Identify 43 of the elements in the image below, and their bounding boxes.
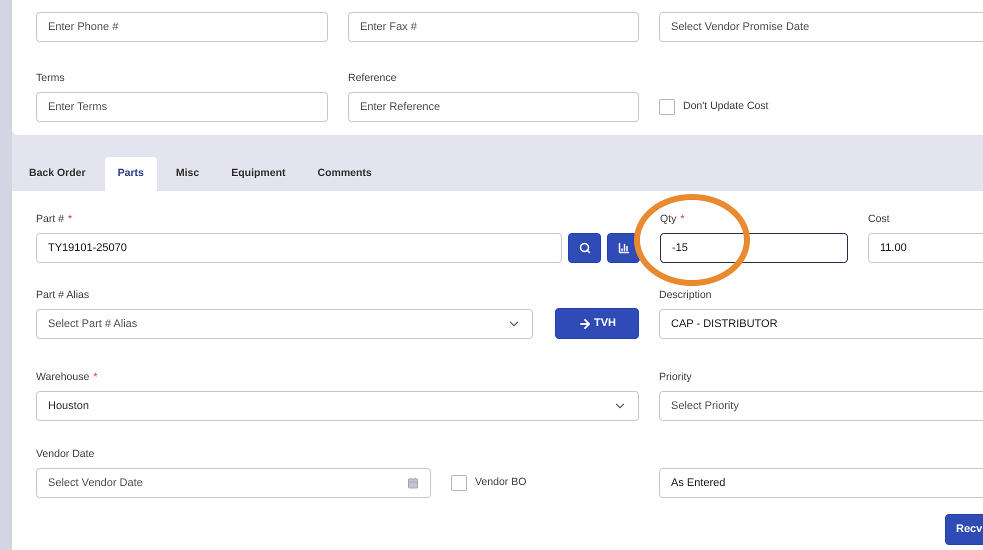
search-icon bbox=[578, 242, 590, 254]
field-label: Qty bbox=[660, 212, 676, 228]
recv-button[interactable]: Recv bbox=[945, 514, 983, 545]
field-label: Warehouse bbox=[36, 370, 90, 386]
vendor-date-field[interactable]: Select Vendor Date bbox=[36, 468, 431, 498]
tab[interactable]: Comments bbox=[304, 157, 385, 191]
qty-field[interactable]: -15 bbox=[660, 233, 848, 263]
required-mark: * bbox=[93, 370, 98, 386]
input-field[interactable]: Enter Fax # bbox=[348, 12, 639, 42]
checkbox[interactable] bbox=[451, 475, 467, 491]
checkbox-label: Don't Update Cost bbox=[683, 99, 768, 114]
search-button[interactable] bbox=[568, 233, 601, 263]
part-number-field[interactable]: TY19101-25070 bbox=[36, 233, 562, 263]
field-label: Description bbox=[659, 288, 712, 304]
input-field[interactable]: Enter Phone # bbox=[36, 12, 328, 42]
priority-field[interactable]: Select Priority bbox=[659, 391, 983, 421]
field-label: Vendor Date bbox=[36, 447, 94, 462]
arrow-right-icon bbox=[578, 316, 592, 330]
field-label: Terms bbox=[36, 71, 65, 86]
field-label: Part # bbox=[36, 212, 64, 228]
field-label: Reference bbox=[348, 71, 396, 86]
pricing-field[interactable]: As Entered bbox=[659, 468, 983, 498]
calendar-icon bbox=[407, 477, 419, 489]
tvh-button[interactable]: TVH bbox=[555, 308, 639, 339]
cost-field[interactable]: 11.00 bbox=[868, 233, 983, 263]
bar-chart-icon bbox=[618, 242, 630, 254]
required-mark: * bbox=[680, 212, 684, 228]
warehouse-dropdown[interactable]: Houston bbox=[36, 391, 639, 421]
field-label: Cost bbox=[868, 212, 890, 228]
tab[interactable]: Parts bbox=[104, 157, 157, 191]
checkbox-label: Vendor BO bbox=[475, 475, 526, 490]
input-field[interactable]: Enter Terms bbox=[36, 92, 328, 122]
tab[interactable]: Equipment bbox=[218, 157, 298, 191]
checkbox[interactable] bbox=[659, 99, 675, 115]
field-label: Priority bbox=[659, 370, 692, 386]
tab[interactable]: Back Order bbox=[16, 157, 99, 191]
input-field[interactable]: Select Vendor Promise Date bbox=[659, 12, 983, 42]
required-mark: * bbox=[68, 212, 72, 228]
field-label: Part # Alias bbox=[36, 288, 90, 304]
description-field[interactable]: CAP - DISTRIBUTOR bbox=[659, 309, 983, 339]
part-alias-dropdown[interactable]: Select Part # Alias bbox=[36, 309, 533, 339]
tab[interactable]: Misc bbox=[162, 157, 212, 191]
input-field[interactable]: Enter Reference bbox=[348, 92, 639, 122]
